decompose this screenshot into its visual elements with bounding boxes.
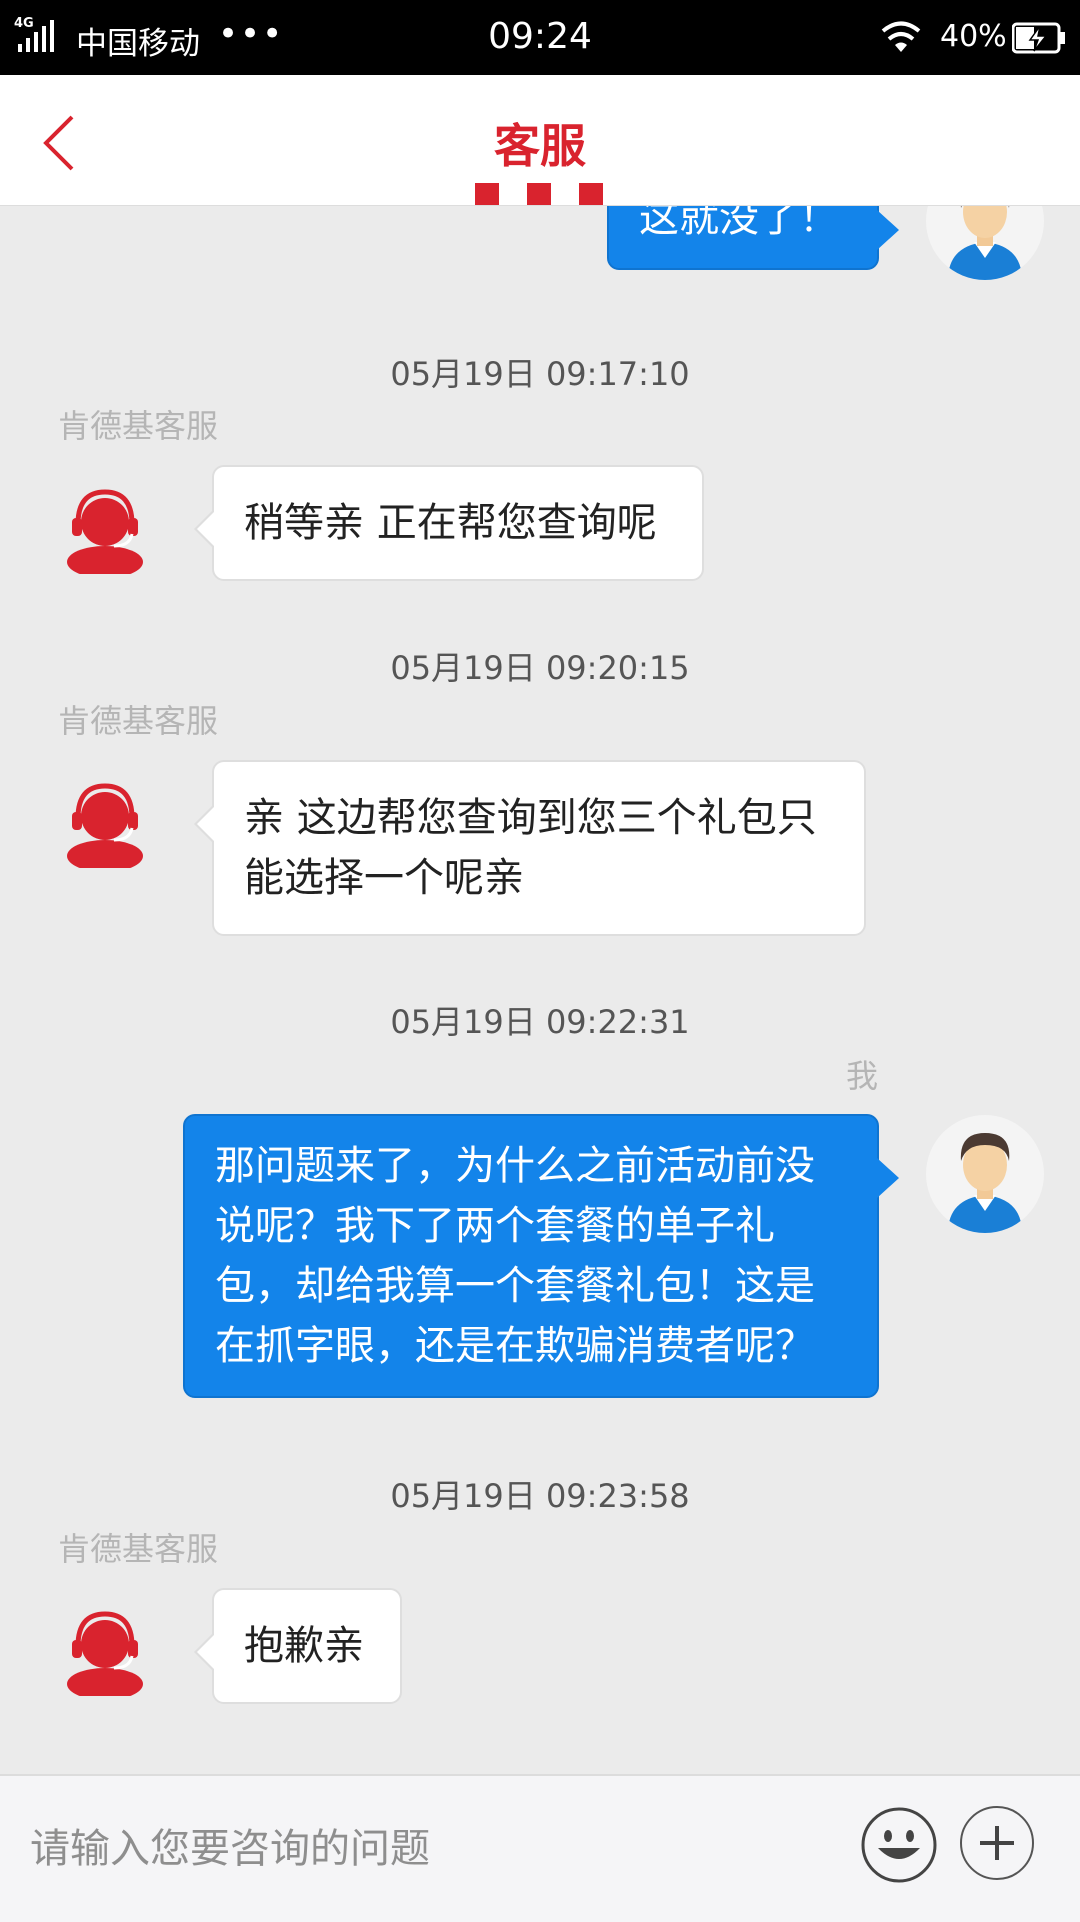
sender-name: 肯德基客服 [58,702,219,740]
message-timestamp: 05月19日 09:17:10 [390,355,690,393]
headset-agent-icon[interactable] [60,1606,150,1696]
smiley-icon[interactable] [860,1806,938,1884]
user-avatar-icon[interactable] [926,1115,1044,1233]
wifi-icon [881,21,921,52]
sender-name: 我 [846,1057,879,1095]
headset-agent-icon[interactable] [60,484,150,574]
message-text: 稍等亲 正在帮您查询呢 [244,500,657,546]
battery-percent: 40% [940,19,1007,54]
message-bubble-in: 稍等亲 正在帮您查询呢 [194,465,704,581]
message-input[interactable] [0,1776,840,1922]
sender-name: 肯德基客服 [58,1530,219,1568]
message-text: 抱歉亲 [244,1623,364,1669]
nav-header: 客服 [0,75,1080,206]
status-bar: 4G 中国移动 ••• 09:24 40% [0,0,1080,75]
chat-messages[interactable]: 这就没了！ 05月19日 09:17:10 肯德基客服 稍等亲 正在帮您查询呢 … [0,206,1080,1774]
message-bubble-out: 这就没了！ [607,206,899,270]
message-input-bar [0,1774,1080,1922]
user-avatar-icon[interactable] [926,206,1044,280]
brand-stripes [475,183,605,205]
message-timestamp: 05月19日 09:23:58 [390,1477,690,1515]
page-title: 客服 [494,119,586,173]
message-timestamp: 05月19日 09:20:15 [390,649,690,687]
headset-agent-icon[interactable] [60,778,150,868]
plus-icon[interactable] [960,1806,1034,1880]
message-bubble-in: 亲 这边帮您查询到您三个礼包只能选择一个呢亲 [194,760,866,936]
battery-charging-icon [1012,22,1065,54]
sender-name: 肯德基客服 [58,407,219,445]
message-bubble-in: 抱歉亲 [194,1588,402,1704]
message-timestamp: 05月19日 09:22:31 [390,1003,690,1041]
message-text: 那问题来了，为什么之前活动前没说呢？我下了两个套餐的单子礼包，却给我算一个套餐礼… [215,1143,815,1369]
message-bubble-out: 那问题来了，为什么之前活动前没说呢？我下了两个套餐的单子礼包，却给我算一个套餐礼… [183,1114,899,1398]
message-text: 亲 这边帮您查询到您三个礼包只能选择一个呢亲 [244,795,817,901]
message-text: 这就没了！ [639,206,839,241]
